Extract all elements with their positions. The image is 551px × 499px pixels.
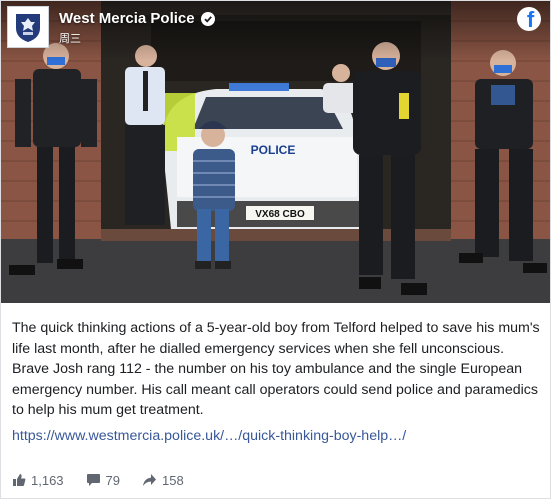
facebook-post-card: POLICE VX68 CBO VX68 CBO (0, 0, 551, 499)
facebook-letter: f (526, 7, 535, 31)
comments-stat[interactable]: 79 (86, 473, 120, 488)
verified-check-icon (200, 11, 215, 26)
page-name-link[interactable]: West Mercia Police (59, 10, 195, 27)
page-avatar[interactable] (7, 6, 49, 48)
post-link[interactable]: https://www.westmercia.police.uk/…/quick… (12, 426, 406, 446)
page-name-row: West Mercia Police (59, 10, 215, 27)
shares-count: 158 (162, 472, 184, 488)
police-crest-icon (16, 14, 40, 42)
comments-count: 79 (105, 472, 121, 488)
likes-count: 1,163 (31, 472, 64, 488)
post-photo[interactable]: POLICE VX68 CBO VX68 CBO (1, 1, 550, 303)
number-plate-text: VX68 CBO (255, 209, 305, 220)
comment-bubble-icon (86, 474, 100, 486)
officer-white-shirt (125, 45, 165, 225)
post-timestamp[interactable]: 周三 (59, 30, 81, 46)
post-text: The quick thinking actions of a 5-year-o… (12, 320, 540, 418)
share-arrow-icon (143, 474, 157, 486)
engagement-bar: 1,163 79 158 (12, 469, 206, 491)
car-hood-label: POLICE (251, 143, 296, 157)
facebook-icon[interactable]: f (517, 7, 541, 31)
likes-stat[interactable]: 1,163 (12, 473, 64, 488)
shares-stat[interactable]: 158 (142, 473, 184, 488)
thumbs-up-icon (13, 474, 26, 486)
